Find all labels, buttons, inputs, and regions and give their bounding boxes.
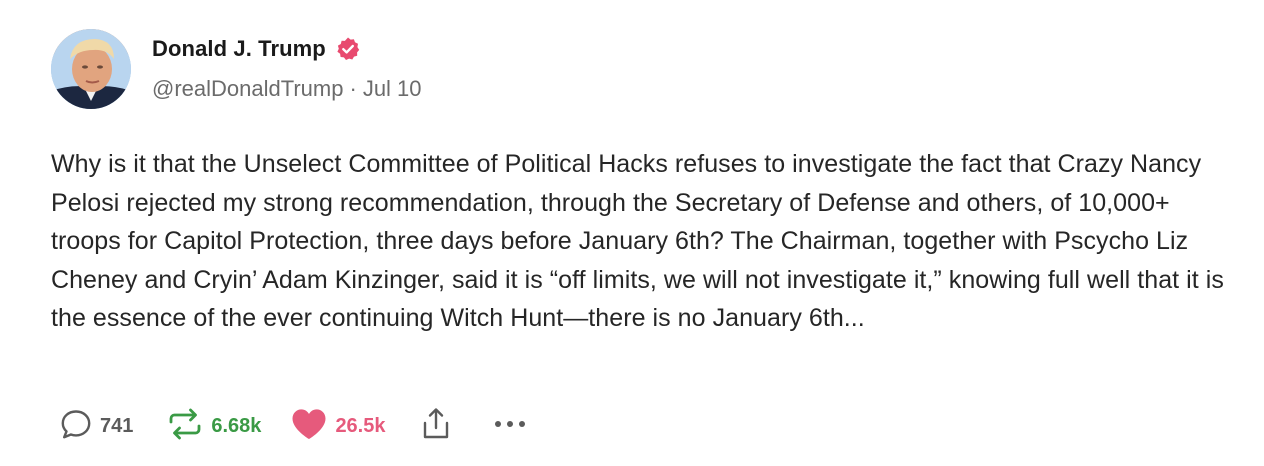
handle[interactable]: @realDonaldTrump	[152, 76, 343, 102]
reply-button[interactable]: 741	[58, 406, 133, 447]
speech-bubble-icon	[58, 406, 94, 447]
heart-icon	[289, 406, 329, 447]
ellipsis-icon	[490, 406, 530, 447]
avatar-image	[51, 29, 131, 109]
avatar[interactable]	[51, 29, 131, 109]
verified-badge-icon	[335, 36, 361, 62]
retruth-count: 6.68k	[211, 414, 262, 437]
post-meta: @realDonaldTrump · Jul 10	[152, 76, 422, 102]
share-icon	[420, 406, 452, 447]
action-bar: 741 6.68k 26.5k	[58, 404, 530, 448]
more-button[interactable]	[490, 406, 530, 447]
display-name[interactable]: Donald J. Trump	[152, 36, 326, 62]
post-header: Donald J. Trump @realDonaldTrump · Jul 1…	[152, 32, 422, 102]
share-button[interactable]	[420, 406, 452, 447]
meta-separator: ·	[349, 76, 357, 101]
reply-count: 741	[100, 414, 134, 437]
post-text: Why is it that the Unselect Committee of…	[51, 150, 1224, 332]
post-card: Donald J. Trump @realDonaldTrump · Jul 1…	[0, 0, 1264, 466]
like-count: 26.5k	[335, 414, 386, 437]
retruth-arrows-icon	[165, 406, 205, 447]
retruth-button[interactable]: 6.68k	[165, 406, 261, 447]
like-button[interactable]: 26.5k	[289, 406, 386, 447]
post-date[interactable]: Jul 10	[363, 76, 422, 102]
